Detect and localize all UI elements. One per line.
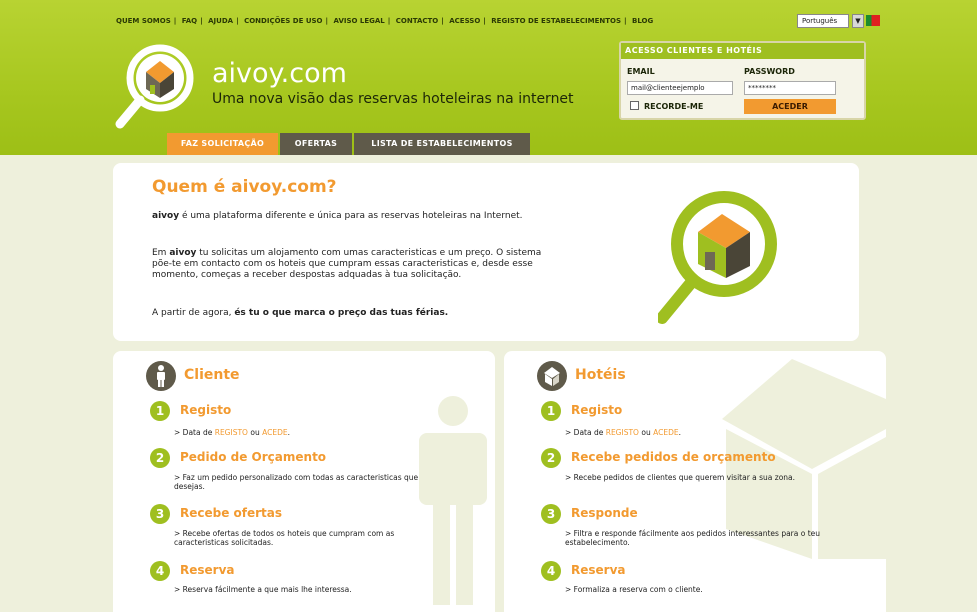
- step-number-4: 4: [150, 561, 170, 581]
- cliente-panel: Cliente 1 Registo > Data de REGISTO ou A…: [113, 351, 495, 612]
- nav-acesso[interactable]: ACESSO: [449, 17, 480, 25]
- logo-magnifier-icon: [115, 44, 194, 129]
- step-number-3: 3: [150, 504, 170, 524]
- about-paragraph-2: Em aivoy tu solicitas um alojamento com …: [152, 248, 562, 281]
- about-panel: Quem é aivoy.com? aivoy é uma plataforma…: [113, 163, 859, 341]
- site-tagline: Uma nova visão das reservas hoteleiras n…: [212, 91, 574, 107]
- about-p1-text: é uma plataforma diferente e única para …: [179, 211, 523, 221]
- login-title: ACESSO CLIENTES E HOTÉIS: [621, 43, 864, 59]
- person-icon: [146, 361, 176, 391]
- cliente-step-title-2: Pedido de Orçamento: [180, 450, 327, 464]
- cliente-step-desc-2: > Faz um pedido personalizado com todas …: [174, 473, 419, 491]
- desc-text: > Data de: [565, 428, 606, 437]
- hotel-icon: [537, 361, 567, 391]
- desc-text: > Data de: [174, 428, 215, 437]
- hoteis-step-title-2: Recebe pedidos de orçamento: [571, 450, 776, 464]
- nav-contacto[interactable]: CONTACTO: [396, 17, 438, 25]
- step-number-1: 1: [150, 401, 170, 421]
- login-button[interactable]: ACEDER: [744, 99, 836, 114]
- about-p3-pre: A partir de agora,: [152, 308, 235, 318]
- step-number-3: 3: [541, 504, 561, 524]
- step-number-4: 4: [541, 561, 561, 581]
- tab-faz-solicitacao[interactable]: FAZ SOLICITAÇÃO: [167, 133, 278, 155]
- hoteis-step-desc-2: > Recebe pedidos de clientes que querem …: [565, 473, 796, 482]
- about-p3-highlight: és tu o que marca o preço das tuas féria…: [234, 308, 449, 318]
- hoteis-step-title-3: Responde: [571, 506, 638, 520]
- hoteis-step-title-1: Registo: [571, 403, 623, 417]
- step-number-2: 2: [541, 448, 561, 468]
- tab-ofertas[interactable]: OFERTAS: [280, 133, 352, 155]
- nav-aviso-legal[interactable]: AVISO LEGAL: [334, 17, 385, 25]
- registo-link[interactable]: REGISTO: [215, 428, 248, 437]
- chevron-down-icon[interactable]: ▼: [852, 14, 864, 28]
- about-p2-text: tu solicitas um alojamento com umas cara…: [152, 248, 542, 280]
- site-name[interactable]: aivoy.com: [212, 58, 347, 89]
- password-label: PASSWORD: [744, 67, 795, 76]
- desc-text: ou: [247, 428, 263, 437]
- cliente-step-title-3: Recebe ofertas: [180, 506, 283, 520]
- language-select[interactable]: Português: [797, 14, 849, 28]
- desc-text: .: [287, 428, 290, 437]
- cliente-step-title-4: Reserva: [180, 563, 235, 577]
- login-box: ACESSO CLIENTES E HOTÉIS EMAIL PASSWORD …: [619, 41, 866, 120]
- hoteis-step-title-4: Reserva: [571, 563, 626, 577]
- tab-lista-estabelecimentos[interactable]: LISTA DE ESTABELECIMENTOS: [354, 133, 530, 155]
- about-paragraph-1: aivoy é uma plataforma diferente e única…: [152, 211, 562, 222]
- hoteis-step-desc-4: > Formaliza a reserva com o cliente.: [565, 585, 703, 594]
- email-label: EMAIL: [627, 67, 655, 76]
- nav-blog[interactable]: BLOG: [632, 17, 653, 25]
- email-input[interactable]: mail@clienteejemplo: [627, 81, 733, 95]
- remember-checkbox[interactable]: [630, 101, 639, 110]
- about-paragraph-3: A partir de agora, és tu o que marca o p…: [152, 308, 562, 319]
- nav-quem-somos[interactable]: QUEM SOMOS: [116, 17, 171, 25]
- hoteis-title: Hotéis: [575, 367, 626, 383]
- portugal-flag-icon: [866, 15, 880, 26]
- cliente-title: Cliente: [184, 367, 240, 383]
- desc-text: .: [678, 428, 681, 437]
- desc-text: ou: [638, 428, 654, 437]
- cliente-step-desc-1: > Data de REGISTO ou ACEDE.: [174, 428, 444, 437]
- cliente-step-desc-3: > Recebe ofertas de todos os hoteis que …: [174, 529, 395, 547]
- hoteis-panel: Hotéis 1 Registo > Data de REGISTO ou AC…: [504, 351, 886, 612]
- registo-link[interactable]: REGISTO: [606, 428, 639, 437]
- nav-condicoes-de-uso[interactable]: CONDIÇÕES DE USO: [244, 17, 322, 25]
- about-p2-pre: Em: [152, 248, 170, 258]
- person-silhouette-icon: [419, 396, 487, 605]
- step-number-1: 1: [541, 401, 561, 421]
- remember-label: RECORDE-ME: [644, 102, 704, 111]
- password-input[interactable]: ********: [744, 81, 836, 95]
- acede-link[interactable]: ACEDE: [653, 428, 679, 437]
- step-number-2: 2: [150, 448, 170, 468]
- top-navigation: QUEM SOMOS | FAQ | AJUDA | CONDIÇÕES DE USO…: [116, 17, 654, 25]
- about-title: Quem é aivoy.com?: [152, 177, 337, 197]
- hoteis-step-desc-3: > Filtra e responde fácilmente aos pedid…: [565, 529, 821, 547]
- brand-name: aivoy: [152, 211, 180, 221]
- nav-faq[interactable]: FAQ: [182, 17, 197, 25]
- hoteis-step-desc-1: > Data de REGISTO ou ACEDE.: [565, 428, 835, 437]
- nav-ajuda[interactable]: AJUDA: [208, 17, 233, 25]
- house-magnifier-icon: [658, 191, 777, 324]
- cliente-step-title-1: Registo: [180, 403, 232, 417]
- site-header: QUEM SOMOS | FAQ | AJUDA | CONDIÇÕES DE USO…: [0, 0, 977, 155]
- nav-registo-estabelecimentos[interactable]: REGISTO DE ESTABELECIMENTOS: [491, 17, 621, 25]
- acede-link[interactable]: ACEDE: [262, 428, 288, 437]
- brand-name: aivoy: [169, 248, 197, 258]
- cliente-step-desc-4: > Reserva fácilmente a que mais lhe inte…: [174, 585, 352, 594]
